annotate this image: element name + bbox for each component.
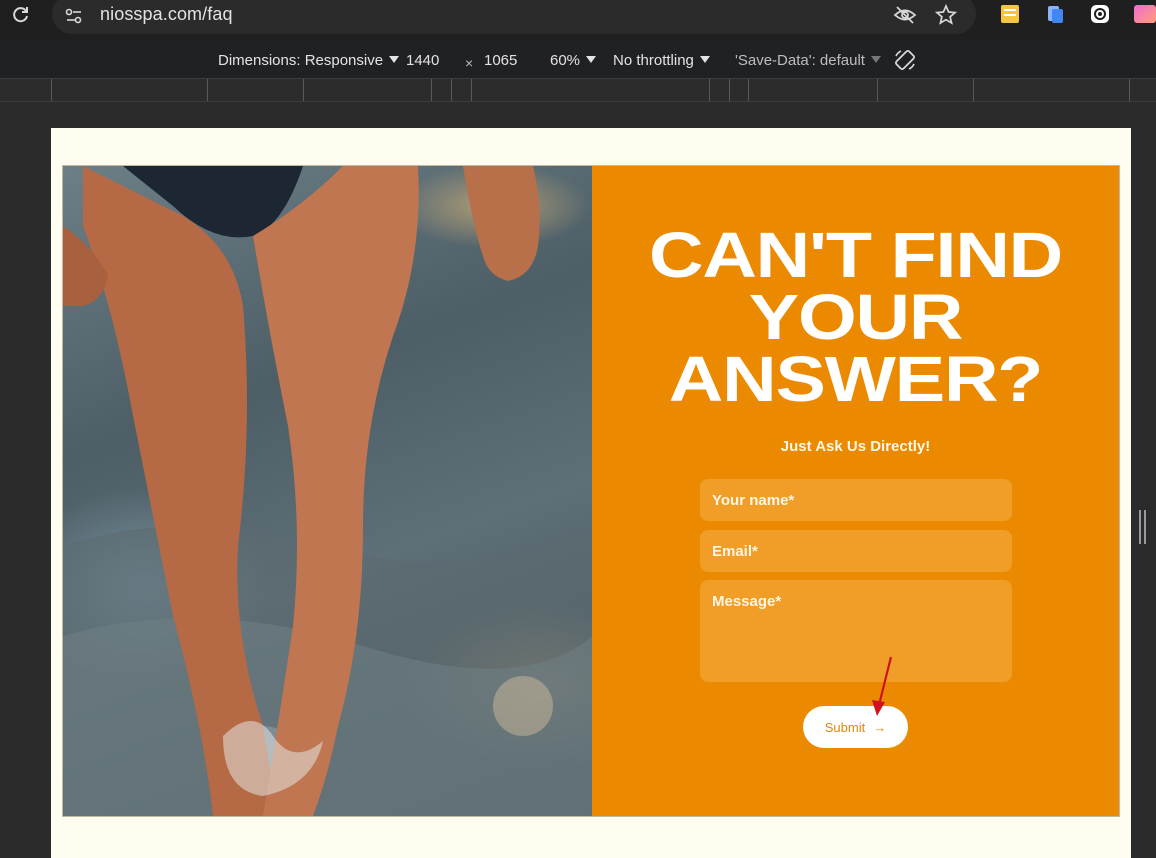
files-extension-icon[interactable] [1043,2,1067,26]
contact-section: CAN'T FIND YOUR ANSWER? Just Ask Us Dire… [62,165,1120,817]
height-input[interactable]: 1065 [484,52,517,69]
notes-extension-icon[interactable] [998,2,1022,26]
headline-line-2: YOUR [748,281,964,353]
viewport-resize-handle[interactable] [1138,510,1148,544]
annotation-arrow-icon [872,656,893,716]
rotate-icon[interactable] [893,48,917,76]
dimensions-label: Dimensions: Responsive [218,52,384,69]
device-toolbar: Dimensions: Responsive 1440 × 1065 60% N… [0,40,1156,78]
chevron-down-icon [699,56,710,63]
times-icon: × [465,55,474,71]
email-placeholder: Email* [712,543,758,560]
reload-icon[interactable] [8,2,34,28]
media-query-ruler[interactable] [0,78,1156,102]
beach-legs-photo [63,166,592,816]
throttling-dropdown[interactable]: No throttling [613,52,710,69]
zoom-label: 60% [550,52,581,69]
browser-toolbar: niosspa.com/faq [0,0,1156,40]
page-title: CAN'T FIND YOUR ANSWER? [592,223,1119,411]
email-field[interactable]: Email* [700,530,1012,572]
faq-page: CAN'T FIND YOUR ANSWER? Just Ask Us Dire… [51,128,1131,858]
name-placeholder: Your name* [712,492,795,509]
save-data-dropdown[interactable]: 'Save-Data': default [735,52,881,69]
zoom-dropdown[interactable]: 60% [550,52,597,69]
dimensions-dropdown[interactable]: Dimensions: Responsive [218,52,400,69]
headline-line-3: ANSWER? [668,343,1044,415]
message-field[interactable]: Message* [700,580,1012,682]
save-data-label: 'Save-Data': default [735,52,865,69]
message-placeholder: Message* [712,593,782,610]
chevron-down-icon [389,56,400,63]
throttling-label: No throttling [613,52,694,69]
chevron-down-icon [586,56,597,63]
width-input[interactable]: 1440 [406,52,439,69]
bookmark-star-icon[interactable] [933,2,959,28]
gradient-extension-icon[interactable] [1132,2,1156,26]
contact-panel: CAN'T FIND YOUR ANSWER? Just Ask Us Dire… [592,166,1119,816]
name-field[interactable]: Your name* [700,479,1012,521]
record-extension-icon[interactable] [1088,2,1112,26]
eye-off-icon[interactable] [892,2,918,28]
chevron-down-icon [870,56,881,63]
address-bar[interactable]: niosspa.com/faq [52,0,976,34]
submit-label: Submit [824,719,866,735]
url-text[interactable]: niosspa.com/faq [100,4,233,25]
arrow-right-icon: → [873,719,887,735]
site-info-icon[interactable] [62,4,86,28]
headline-line-1: CAN'T FIND [648,219,1063,291]
subtitle: Just Ask Us Directly! [780,438,931,455]
